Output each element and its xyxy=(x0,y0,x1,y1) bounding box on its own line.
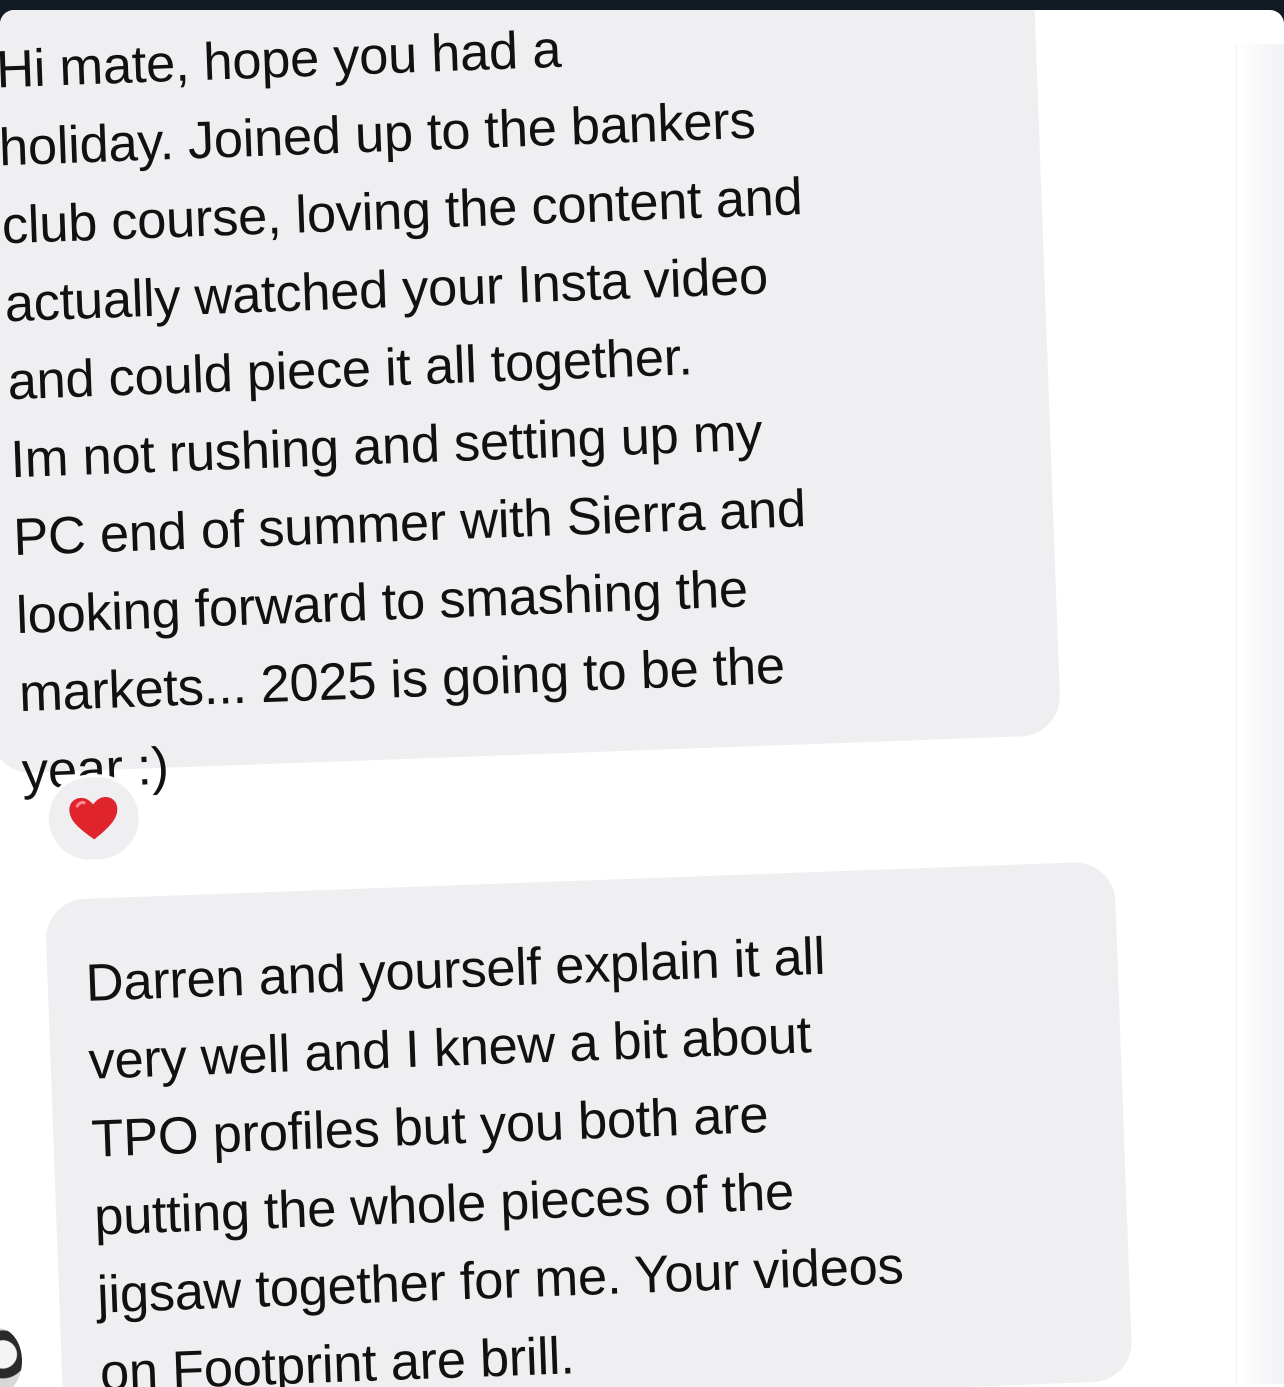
message-bubble-2[interactable]: Darren and yourself explain it all very … xyxy=(44,861,1133,1387)
sender-avatar[interactable] xyxy=(0,1328,22,1387)
chat-screen: Hi mate, hope you had a holiday. Joined … xyxy=(0,10,1284,1387)
heart-reaction[interactable] xyxy=(44,772,144,865)
red-heart-icon xyxy=(69,797,118,840)
message-thread: Hi mate, hope you had a holiday. Joined … xyxy=(0,10,1284,1387)
message-bubble-1[interactable]: Hi mate, hope you had a holiday. Joined … xyxy=(0,10,1062,801)
